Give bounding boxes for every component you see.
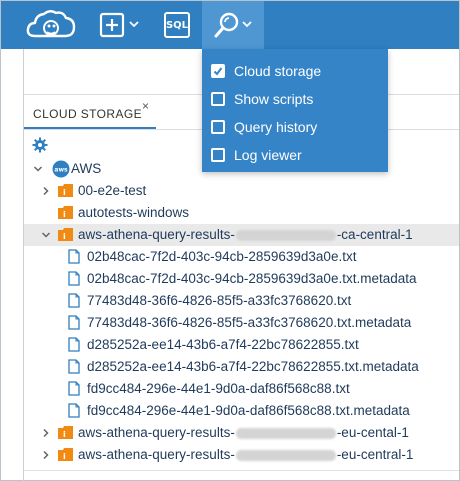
file-icon — [68, 315, 80, 330]
tree-node-file[interactable]: d285252a-ee14-43b6-a7f4-22bc78622855.txt — [24, 334, 459, 356]
add-window-button[interactable] — [97, 1, 145, 49]
tools-dropdown-menu: Cloud storage Show scripts Query history… — [202, 49, 388, 172]
chevron-right-icon[interactable] — [41, 186, 51, 196]
menu-item-cloud-storage[interactable]: Cloud storage — [202, 57, 388, 85]
bucket-folder-icon: i — [58, 228, 73, 241]
tree-node-file[interactable]: 02b48cac-7f2d-403c-94cb-2859639d3a0e.txt — [24, 246, 459, 268]
tree-node-file[interactable]: fd9cc484-296e-44e1-9d0a-daf86f568c88.txt… — [24, 400, 459, 422]
bucket-folder-icon: i — [58, 426, 73, 439]
checkbox-icon[interactable] — [211, 92, 225, 106]
tree-node-bucket[interactable]: i autotests-windows — [24, 202, 459, 224]
file-icon — [68, 403, 80, 418]
tree-node-label: 77483d48-36f6-4826-85f5-a33fc3768620.txt — [87, 293, 352, 308]
file-icon — [68, 337, 80, 352]
tree-node-file[interactable]: 02b48cac-7f2d-403c-94cb-2859639d3a0e.txt… — [24, 268, 459, 290]
chevron-right-icon[interactable] — [41, 450, 51, 460]
tree-node-label: aws-athena-query-results- -eu-central-1 — [78, 447, 414, 462]
bucket-folder-icon: i — [58, 448, 73, 461]
svg-text:i: i — [63, 188, 66, 197]
chevron-down-icon[interactable] — [33, 164, 43, 174]
chevron-right-icon[interactable] — [41, 428, 51, 438]
tree-node-bucket[interactable]: i 00-e2e-test — [24, 180, 459, 202]
menu-item-query-history[interactable]: Query history — [202, 113, 388, 141]
tree-node-label: AWS — [71, 161, 102, 176]
svg-text:i: i — [63, 232, 66, 241]
svg-text:i: i — [63, 210, 66, 219]
divider — [24, 470, 459, 471]
tree-node-label: fd9cc484-296e-44e1-9d0a-daf86f568c88.txt… — [87, 403, 410, 418]
tree-node-file[interactable]: d285252a-ee14-43b6-a7f4-22bc78622855.txt… — [24, 356, 459, 378]
tree-node-file[interactable]: 77483d48-36f6-4826-85f5-a33fc3768620.txt… — [24, 312, 459, 334]
close-icon[interactable]: × — [142, 99, 149, 113]
chevron-down-icon[interactable] — [41, 230, 51, 240]
tree-node-label: 00-e2e-test — [78, 183, 147, 198]
tree-node-label: fd9cc484-296e-44e1-9d0a-daf86f568c88.txt — [87, 381, 350, 396]
tab-cloud-storage[interactable]: CLOUD STORAGE × — [24, 96, 156, 129]
tree-node-label: d285252a-ee14-43b6-a7f4-22bc78622855.txt… — [87, 359, 419, 374]
svg-text:i: i — [63, 430, 66, 439]
file-icon — [68, 293, 80, 308]
svg-text:i: i — [63, 452, 66, 461]
checkbox-icon[interactable] — [211, 120, 225, 134]
tools-menu-button[interactable] — [202, 1, 264, 49]
tree-node-file[interactable]: fd9cc484-296e-44e1-9d0a-daf86f568c88.txt — [24, 378, 459, 400]
bucket-folder-icon: i — [58, 206, 73, 219]
checkbox-checked-icon[interactable] — [211, 64, 225, 78]
menu-item-log-viewer[interactable]: Log viewer — [202, 141, 388, 169]
menu-item-label: Show scripts — [234, 91, 314, 107]
top-toolbar: SQL — [1, 1, 459, 49]
sql-icon: SQL — [164, 12, 190, 38]
menu-item-show-scripts[interactable]: Show scripts — [202, 85, 388, 113]
tree-node-bucket[interactable]: i aws-athena-query-results- -eu-cental-1 — [24, 422, 459, 444]
file-icon — [68, 359, 80, 374]
tab-label: CLOUD STORAGE — [33, 107, 142, 121]
sql-editor-button[interactable]: SQL — [159, 1, 195, 49]
menu-item-label: Cloud storage — [234, 63, 322, 79]
menu-item-label: Log viewer — [234, 147, 302, 163]
menu-item-label: Query history — [234, 119, 318, 135]
checkbox-icon[interactable] — [211, 148, 225, 162]
redacted-account-id — [235, 427, 336, 439]
tree-node-bucket-selected[interactable]: i aws-athena-query-results- -ca-central-1 — [24, 224, 459, 246]
tree-node-file[interactable]: 77483d48-36f6-4826-85f5-a33fc3768620.txt — [24, 290, 459, 312]
redacted-account-id — [235, 449, 336, 461]
tree-node-label: 02b48cac-7f2d-403c-94cb-2859639d3a0e.txt… — [87, 271, 417, 286]
gear-icon[interactable] — [32, 137, 48, 158]
tree-node-bucket[interactable]: i aws-athena-query-results- -eu-central-1 — [24, 444, 459, 466]
redacted-account-id — [235, 229, 336, 241]
cloud-logo-icon[interactable] — [21, 1, 81, 49]
search-tools-icon — [214, 12, 252, 38]
tree-node-label: d285252a-ee14-43b6-a7f4-22bc78622855.txt — [87, 337, 359, 352]
bucket-folder-icon: i — [58, 184, 73, 197]
svg-text:aws: aws — [54, 167, 68, 174]
aws-icon: aws — [52, 160, 70, 178]
tree-node-label: 77483d48-36f6-4826-85f5-a33fc3768620.txt… — [87, 315, 412, 330]
tree-node-label: aws-athena-query-results- -ca-central-1 — [78, 227, 413, 242]
file-icon — [68, 249, 80, 264]
tree-node-label: 02b48cac-7f2d-403c-94cb-2859639d3a0e.txt — [87, 249, 357, 264]
file-icon — [68, 381, 80, 396]
tree-node-label: aws-athena-query-results- -eu-cental-1 — [78, 425, 409, 440]
file-icon — [68, 271, 80, 286]
tree-node-label: autotests-windows — [78, 205, 190, 220]
